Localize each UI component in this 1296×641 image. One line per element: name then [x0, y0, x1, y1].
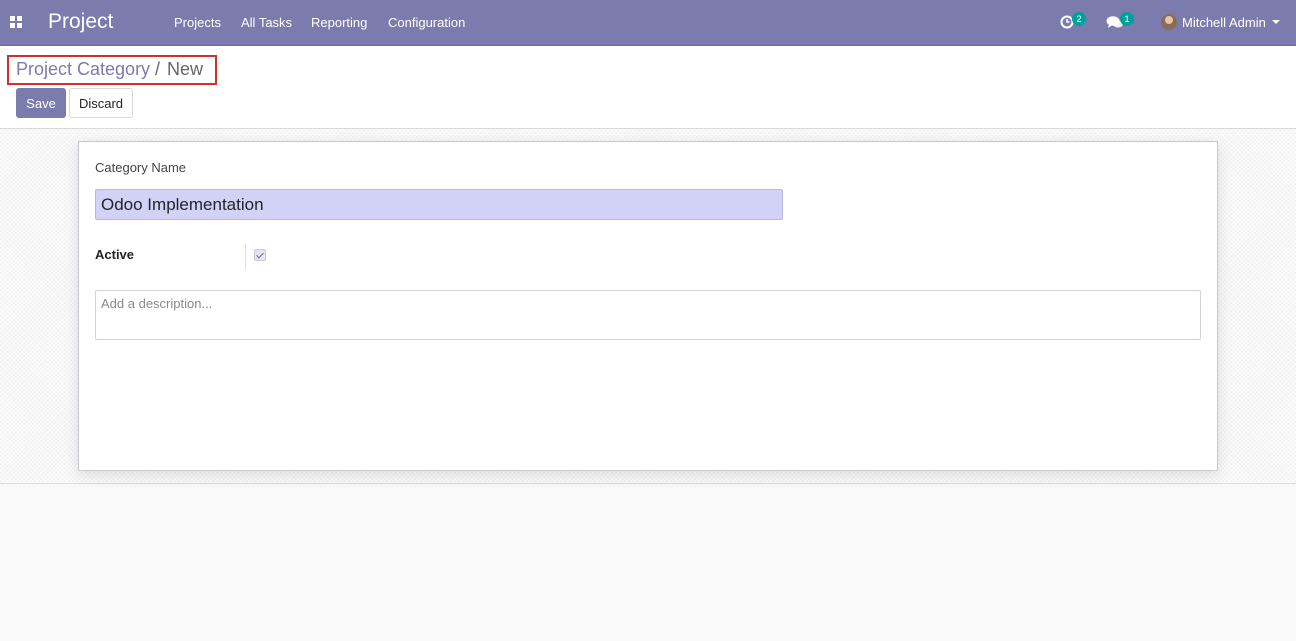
- control-panel: Project Category / New Save Discard: [0, 46, 1296, 129]
- top-navbar: Project Projects All Tasks Reporting Con…: [0, 0, 1296, 46]
- user-avatar[interactable]: [1161, 14, 1177, 30]
- activity-badge: 2: [1072, 12, 1086, 26]
- app-brand[interactable]: Project: [48, 10, 113, 34]
- save-button[interactable]: Save: [16, 88, 66, 118]
- menu-reporting[interactable]: Reporting: [311, 15, 367, 30]
- active-checkbox[interactable]: [254, 249, 266, 261]
- form-sheet: Category Name Odoo Implementation Active…: [78, 141, 1218, 471]
- user-menu[interactable]: Mitchell Admin: [1182, 15, 1266, 30]
- discard-button[interactable]: Discard: [69, 88, 133, 118]
- description-field[interactable]: Add a description...: [95, 290, 1201, 340]
- breadcrumb-separator: /: [155, 59, 161, 79]
- menu-projects[interactable]: Projects: [174, 15, 221, 30]
- category-name-label: Category Name: [95, 160, 187, 175]
- breadcrumb-parent[interactable]: Project Category: [16, 59, 150, 80]
- apps-grid-icon[interactable]: [10, 16, 22, 28]
- menu-configuration[interactable]: Configuration: [388, 15, 465, 30]
- field-divider: [245, 244, 246, 270]
- messages-badge: 1: [1120, 12, 1134, 26]
- menu-all-tasks[interactable]: All Tasks: [241, 15, 292, 30]
- active-label: Active: [95, 247, 135, 262]
- breadcrumb-current: New: [167, 59, 204, 79]
- dropdown-caret-icon[interactable]: [1272, 20, 1280, 24]
- form-background: Category Name Odoo Implementation Active…: [0, 129, 1296, 484]
- category-name-input[interactable]: Odoo Implementation: [95, 189, 783, 220]
